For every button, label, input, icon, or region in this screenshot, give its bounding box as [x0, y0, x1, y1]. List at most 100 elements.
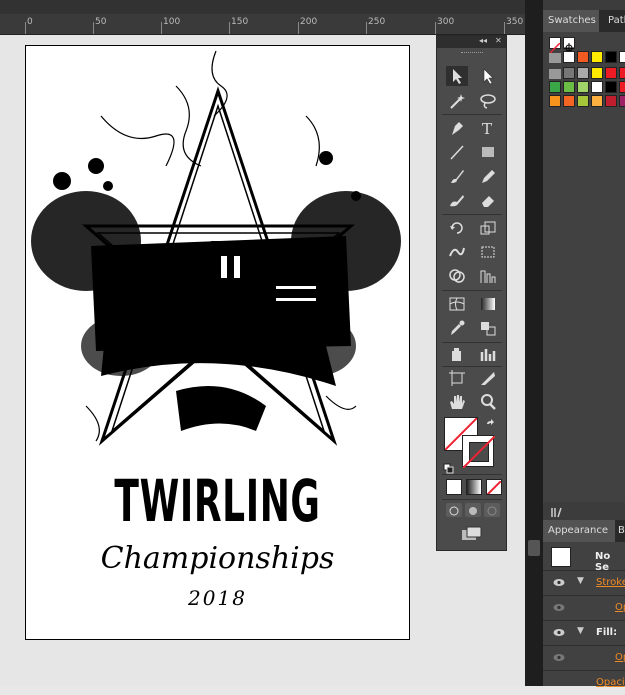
fill-label[interactable]: Fill: — [596, 627, 617, 638]
swatch[interactable] — [591, 95, 603, 107]
fill-opacity-label[interactable]: Op — [615, 652, 625, 663]
swatch[interactable] — [549, 81, 561, 93]
swatch[interactable] — [563, 81, 575, 93]
right-panel-dock[interactable]: Swatches Path — [543, 0, 625, 688]
collapse-icon[interactable]: ◂◂ — [479, 36, 487, 45]
paintbrush-tool-icon[interactable] — [446, 166, 468, 186]
tab-brushes[interactable]: B — [613, 520, 625, 542]
stroke-opacity-row[interactable]: Op — [543, 595, 625, 620]
zoom-tool-icon[interactable] — [477, 392, 499, 412]
visibility-eye-icon[interactable] — [553, 653, 565, 662]
warp-tool-icon[interactable] — [446, 242, 468, 262]
screen-mode-icon[interactable] — [460, 526, 484, 542]
draw-inside-icon[interactable] — [484, 503, 500, 517]
swatch[interactable] — [605, 95, 617, 107]
swatch[interactable] — [619, 67, 625, 79]
slice-tool-icon[interactable] — [477, 368, 499, 388]
type-tool-icon[interactable]: T — [477, 118, 499, 138]
appearance-panel[interactable]: No Se ▼ Stroke Op ▼ Fill: Op Opaci — [543, 542, 625, 688]
swatch[interactable] — [563, 67, 575, 79]
swatch[interactable] — [605, 51, 617, 63]
none-mode-button[interactable] — [486, 479, 502, 495]
appearance-tab-bar[interactable]: Appearance B — [543, 520, 625, 542]
swatches-grid[interactable] — [543, 32, 625, 502]
swatch[interactable] — [619, 51, 625, 63]
swatch-registration[interactable] — [563, 37, 575, 53]
perspective-grid-tool-icon[interactable] — [477, 266, 499, 286]
swatch-libraries-icon[interactable] — [551, 503, 565, 518]
swap-fill-stroke-icon[interactable] — [485, 416, 497, 428]
hand-tool-icon[interactable] — [446, 392, 468, 412]
artboard[interactable]: TWIRLING Championships 2018 — [25, 45, 410, 640]
swatch-none[interactable] — [549, 37, 561, 54]
title-sub[interactable]: Championships — [26, 541, 409, 576]
scale-tool-icon[interactable] — [477, 218, 499, 238]
twirling-emblem-artwork[interactable] — [26, 46, 409, 466]
visibility-eye-icon[interactable] — [553, 578, 565, 587]
expand-triangle-icon[interactable]: ▼ — [577, 626, 584, 636]
rectangle-tool-icon[interactable] — [477, 142, 499, 162]
free-transform-tool-icon[interactable] — [477, 242, 499, 262]
visibility-eye-icon[interactable] — [553, 628, 565, 637]
tools-panel[interactable]: ◂◂ ✕ T — [436, 35, 507, 551]
close-icon[interactable]: ✕ — [495, 36, 502, 45]
swatch[interactable] — [591, 81, 603, 93]
opacity-label[interactable]: Opaci — [596, 677, 625, 688]
expand-triangle-icon[interactable]: ▼ — [577, 576, 584, 586]
swatch[interactable] — [619, 81, 625, 93]
column-graph-tool-icon[interactable] — [477, 344, 499, 364]
stroke-opacity-label[interactable]: Op — [615, 602, 625, 613]
grip-icon[interactable] — [461, 52, 483, 56]
eraser-tool-icon[interactable] — [477, 190, 499, 210]
title-main[interactable]: TWIRLING — [99, 469, 336, 533]
fill-row[interactable]: ▼ Fill: — [543, 620, 625, 645]
swatch[interactable] — [549, 95, 561, 107]
magic-wand-tool-icon[interactable] — [446, 91, 468, 111]
direct-selection-tool-icon[interactable] — [477, 66, 499, 86]
color-mode-button[interactable] — [446, 479, 462, 495]
scrollbar-thumb[interactable] — [528, 540, 540, 556]
rotate-tool-icon[interactable] — [446, 218, 468, 238]
swatch[interactable] — [577, 95, 589, 107]
line-segment-tool-icon[interactable] — [446, 142, 468, 162]
gradient-mode-button[interactable] — [466, 479, 482, 495]
stroke-label[interactable]: Stroke — [596, 577, 625, 588]
mesh-tool-icon[interactable] — [446, 294, 468, 314]
swatch[interactable] — [605, 67, 617, 79]
lasso-tool-icon[interactable] — [477, 91, 499, 111]
blob-brush-tool-icon[interactable] — [446, 190, 468, 210]
fill-opacity-row[interactable]: Op — [543, 645, 625, 670]
swatch[interactable] — [563, 95, 575, 107]
draw-normal-icon[interactable] — [446, 503, 462, 517]
swatch-folder-icon[interactable] — [549, 53, 561, 63]
selection-tool-icon[interactable] — [446, 66, 468, 86]
swatch[interactable] — [605, 81, 617, 93]
stroke-swatch[interactable] — [462, 435, 495, 468]
swatch[interactable] — [577, 67, 589, 79]
tab-appearance[interactable]: Appearance — [543, 520, 615, 542]
swatch[interactable] — [563, 51, 575, 63]
swatch[interactable] — [591, 67, 603, 79]
vertical-scrollbar[interactable] — [525, 0, 543, 686]
swatch[interactable] — [591, 51, 603, 63]
artboard-tool-icon[interactable] — [446, 368, 468, 388]
tools-panel-header[interactable]: ◂◂ ✕ — [437, 36, 506, 48]
tab-path[interactable]: Path — [603, 10, 625, 32]
draw-behind-icon[interactable] — [465, 503, 481, 517]
swatch[interactable] — [577, 81, 589, 93]
stroke-row[interactable]: ▼ Stroke — [543, 570, 625, 595]
symbol-sprayer-tool-icon[interactable] — [446, 344, 468, 364]
pencil-tool-icon[interactable] — [477, 166, 499, 186]
eyedropper-tool-icon[interactable] — [446, 318, 468, 338]
gradient-tool-icon[interactable] — [477, 294, 499, 314]
title-year[interactable]: 2018 — [26, 586, 409, 610]
swatches-tab-bar[interactable]: Swatches Path — [543, 10, 625, 32]
tab-swatches[interactable]: Swatches — [543, 10, 599, 32]
visibility-eye-icon[interactable] — [553, 603, 565, 612]
pen-tool-icon[interactable] — [446, 118, 468, 138]
opacity-row[interactable]: Opaci — [543, 670, 625, 695]
swatch[interactable] — [577, 51, 589, 63]
swatch[interactable] — [619, 95, 625, 107]
blend-tool-icon[interactable] — [477, 318, 499, 338]
default-fill-stroke-icon[interactable] — [443, 460, 455, 474]
